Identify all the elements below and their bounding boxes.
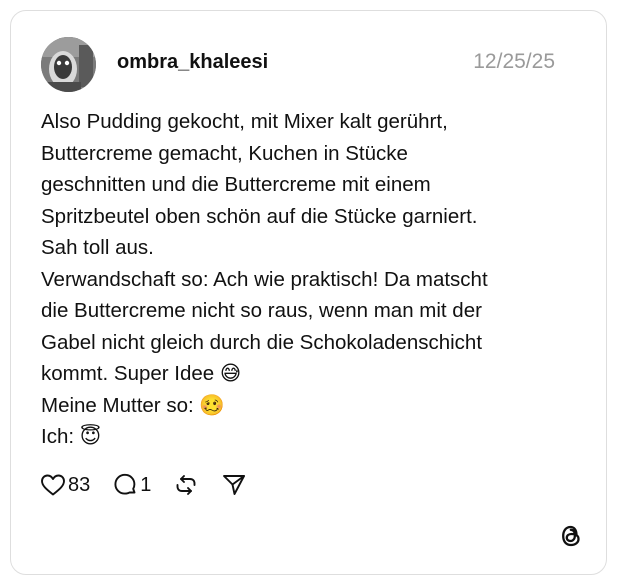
post-text-line: Ich: 😇 <box>41 425 102 448</box>
post-text-line: die Buttercreme nicht so raus, wenn man … <box>41 299 482 322</box>
like-count: 83 <box>68 473 91 496</box>
share-icon <box>223 475 246 495</box>
post-text-line: Spritzbeutel oben schön auf die Stücke g… <box>41 204 478 228</box>
threads-logo-icon <box>556 521 586 551</box>
repost-icon <box>176 475 196 495</box>
post-text-line: kommt. Super Idee 😅 <box>41 362 242 385</box>
post-text-line: geschnitten und die Buttercreme mit eine… <box>41 173 431 196</box>
post-text: Also Pudding gekocht, mit Mixer kalt ger… <box>41 106 571 453</box>
username[interactable]: ombra_khaleesi <box>117 51 268 74</box>
comment-icon <box>114 473 136 495</box>
heart-icon <box>41 474 65 496</box>
repost-button[interactable] <box>173 472 199 498</box>
avatar[interactable] <box>41 37 96 92</box>
post-date: 12/25/25 <box>473 50 555 73</box>
post-text-line: Buttercreme gemacht, Kuchen in Stücke <box>41 141 408 165</box>
reply-count: 1 <box>140 473 152 496</box>
like-button[interactable]: 83 <box>40 473 90 497</box>
post-text-line: Also Pudding gekocht, mit Mixer kalt ger… <box>41 110 448 133</box>
reply-button[interactable]: 1 <box>112 472 151 498</box>
action-bar: 83 1 <box>40 470 269 500</box>
share-button[interactable] <box>221 472 247 498</box>
post-text-line: Gabel nicht gleich durch die Schokoladen… <box>41 330 483 354</box>
post-text-line: Verwandschaft so: Ach wie praktisch! Da … <box>41 267 488 291</box>
post-text-line: Meine Mutter so: 🥴 <box>41 393 225 417</box>
post-text-line: Sah toll aus. <box>41 236 154 259</box>
